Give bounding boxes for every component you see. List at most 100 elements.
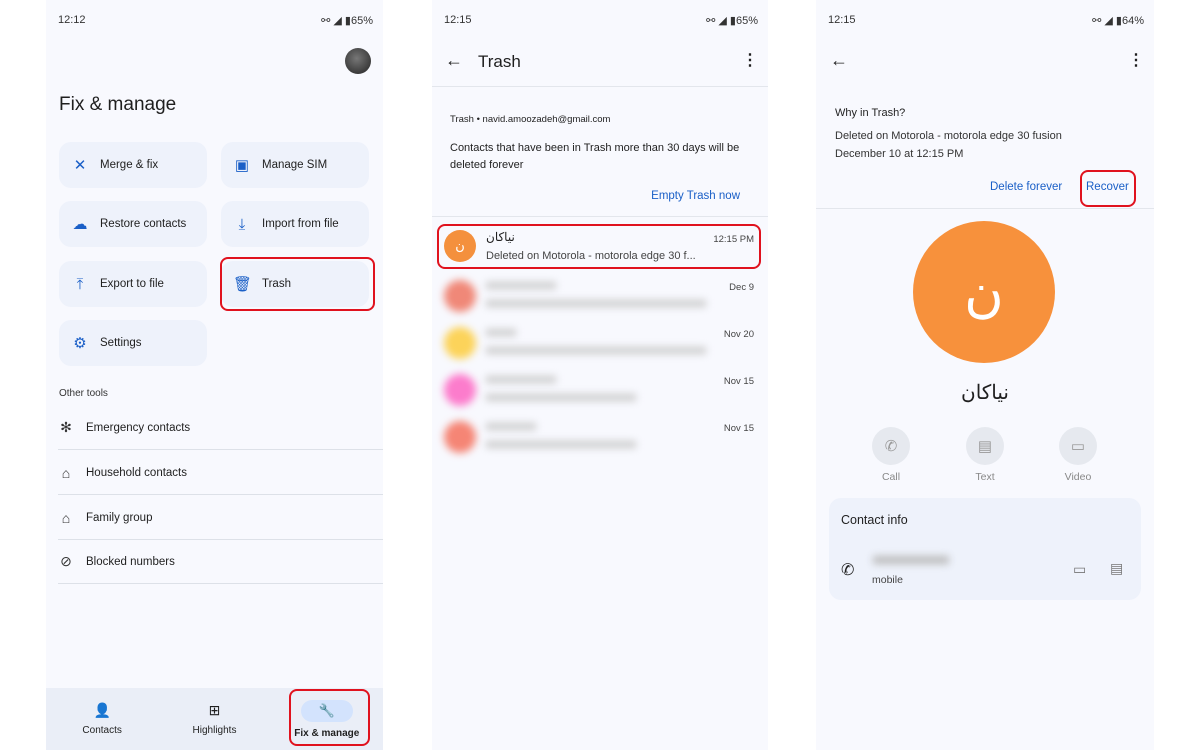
- blurred-name: [486, 423, 536, 430]
- phone-icon: ✆: [841, 562, 855, 579]
- phone-type: mobile: [872, 574, 903, 586]
- highlight-box: [437, 224, 761, 269]
- tool-label: Family group: [86, 511, 153, 524]
- item-time: Nov 20: [723, 329, 754, 340]
- message-icon: ▤: [966, 427, 1004, 465]
- merge-icon: ✕: [73, 157, 87, 174]
- blurred-name: [486, 282, 556, 289]
- video-button[interactable]: ▭ Video: [1048, 427, 1108, 483]
- signal-icon: ⚯ ◢ ▮: [706, 15, 736, 27]
- status-time: 12:15: [444, 14, 472, 26]
- family-icon: ⌂: [61, 509, 71, 526]
- tool-label: Emergency contacts: [86, 421, 191, 434]
- battery-level: 65%: [735, 15, 758, 27]
- page-title: Trash: [478, 52, 521, 71]
- tile-label: Export to file: [100, 278, 164, 290]
- tile-label: Restore contacts: [100, 218, 187, 230]
- trash-item[interactable]: Nov 15: [440, 415, 758, 461]
- signal-icon: ⚯ ◢ ▮: [1092, 15, 1122, 27]
- blurred-name: [486, 329, 516, 336]
- more-options-icon[interactable]: ⋮: [1128, 50, 1144, 70]
- empty-trash-button[interactable]: Empty Trash now: [651, 190, 740, 202]
- blurred-subtitle: [486, 441, 636, 448]
- household-contacts-item[interactable]: ⌂ Household contacts: [58, 451, 383, 495]
- export-file-button[interactable]: ⤒ Export to file: [59, 261, 207, 307]
- trash-screen: 12:15 ⚯ ◢ ▮65% ← Trash ⋮ Trash • navid.am…: [432, 0, 768, 750]
- divider: [432, 86, 768, 87]
- blurred-subtitle: [486, 347, 706, 354]
- settings-button[interactable]: ⚙ Settings: [59, 320, 207, 366]
- person-icon: 👤: [93, 702, 111, 718]
- nav-contacts[interactable]: 👤 Contacts: [46, 688, 158, 750]
- status-time: 12:12: [58, 14, 86, 26]
- fix-manage-screen: 12:12 ⚯ ◢ ▮65% Fix & manage ✕ Merge & fix …: [46, 0, 383, 750]
- status-bar: 12:15 ⚯ ◢ ▮64%: [828, 14, 1144, 27]
- contact-info-card: Contact info ✆ mobile ▭ ▤: [829, 498, 1141, 600]
- download-icon: ⤓: [238, 215, 246, 233]
- upload-icon: ⤒: [76, 275, 84, 293]
- call-button[interactable]: ✆ Call: [861, 427, 921, 483]
- tile-label: Settings: [100, 337, 142, 349]
- merge-fix-button[interactable]: ✕ Merge & fix: [59, 142, 207, 188]
- item-time: Dec 9: [729, 282, 754, 293]
- avatar: [444, 327, 476, 359]
- tile-label: Merge & fix: [100, 159, 159, 171]
- text-button[interactable]: ▤ Text: [955, 427, 1015, 483]
- page-title: Fix & manage: [59, 94, 177, 115]
- blurred-subtitle: [486, 394, 636, 401]
- emergency-contacts-item[interactable]: ✻ Emergency contacts: [58, 406, 383, 450]
- gear-icon: ⚙: [73, 335, 87, 352]
- battery-level: 64%: [1121, 15, 1144, 27]
- tool-label: Blocked numbers: [86, 555, 175, 568]
- avatar: [444, 421, 476, 453]
- trash-item[interactable]: Dec 9: [440, 274, 758, 320]
- deleted-info: Deleted on Motorola - motorola edge 30 f…: [835, 130, 1062, 142]
- action-label: Call: [881, 471, 901, 483]
- video-icon: ▭: [1059, 427, 1097, 465]
- action-label: Text: [975, 471, 995, 483]
- item-time: Nov 15: [723, 423, 754, 434]
- highlights-icon: ⊞: [208, 702, 221, 718]
- trash-item[interactable]: Nov 20: [440, 321, 758, 367]
- blurred-phone-number: [873, 556, 949, 564]
- blocked-numbers-item[interactable]: ⊘ Blocked numbers: [58, 540, 383, 584]
- back-arrow-icon[interactable]: ←: [445, 50, 463, 71]
- tool-label: Household contacts: [86, 466, 188, 479]
- status-time: 12:15: [828, 14, 856, 26]
- contact-avatar: ن: [913, 221, 1055, 363]
- deleted-date: December 10 at 12:15 PM: [835, 148, 964, 160]
- cloud-restore-icon: ☁: [72, 216, 88, 233]
- manage-sim-button[interactable]: ▣ Manage SIM: [221, 142, 369, 188]
- back-arrow-icon[interactable]: ←: [830, 50, 848, 71]
- nav-highlights[interactable]: ⊞ Highlights: [158, 688, 270, 750]
- divider: [816, 208, 1154, 209]
- import-file-button[interactable]: ⤓ Import from file: [221, 201, 369, 247]
- status-bar: 12:15 ⚯ ◢ ▮65%: [444, 14, 758, 27]
- signal-icon: ⚯ ◢ ▮: [321, 15, 351, 27]
- contact-info-heading: Contact info: [841, 513, 908, 527]
- message-icon[interactable]: ▤: [1110, 560, 1123, 577]
- divider: [432, 216, 768, 217]
- video-call-icon[interactable]: ▭: [1073, 561, 1086, 578]
- emergency-icon: ✻: [60, 419, 72, 435]
- avatar: [444, 374, 476, 406]
- more-options-icon[interactable]: ⋮: [742, 50, 758, 70]
- phone-icon: ✆: [872, 427, 910, 465]
- delete-forever-button[interactable]: Delete forever: [990, 181, 1062, 193]
- family-group-item[interactable]: ⌂ Family group: [58, 496, 383, 540]
- item-time: Nov 15: [723, 376, 754, 387]
- avatar[interactable]: [345, 48, 371, 74]
- trash-item[interactable]: Nov 15: [440, 368, 758, 414]
- other-tools-heading: Other tools: [59, 388, 108, 399]
- why-heading: Why in Trash?: [835, 107, 906, 119]
- blurred-name: [486, 376, 556, 383]
- home-icon: ⌂: [61, 464, 71, 481]
- battery-level: 65%: [350, 15, 373, 27]
- highlight-box: [1080, 170, 1136, 207]
- tile-label: Import from file: [262, 218, 339, 230]
- contact-detail-screen: 12:15 ⚯ ◢ ▮64% ← ⋮ Why in Trash? Deleted …: [816, 0, 1154, 750]
- restore-contacts-button[interactable]: ☁ Restore contacts: [59, 201, 207, 247]
- contact-name: نیاکان: [961, 382, 1009, 404]
- nav-label: Contacts: [82, 725, 122, 736]
- sim-icon: ▣: [234, 157, 250, 174]
